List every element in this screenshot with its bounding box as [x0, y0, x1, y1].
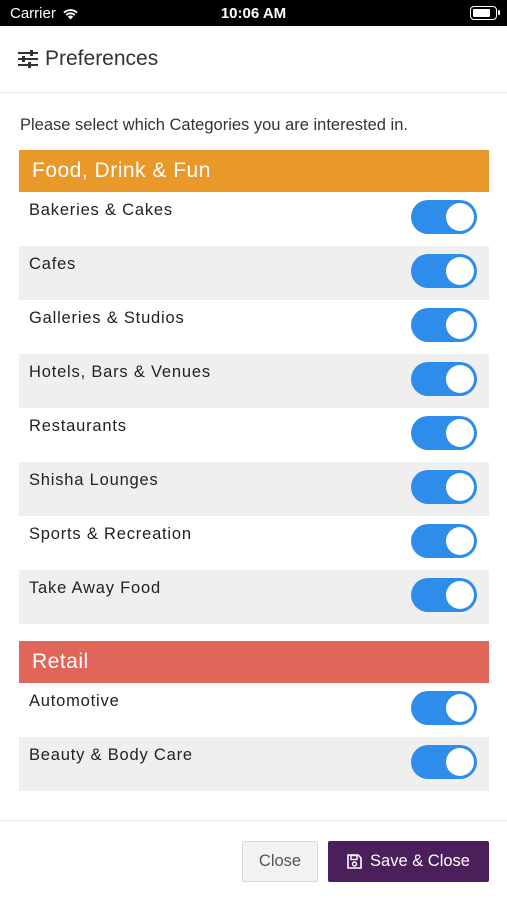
- list-item: Shisha Lounges: [19, 462, 489, 516]
- list-item: Cafes: [19, 246, 489, 300]
- item-label: Take Away Food: [29, 579, 161, 597]
- toggle-switch[interactable]: [411, 254, 477, 288]
- list-item: Restaurants: [19, 408, 489, 462]
- toggle-knob: [446, 203, 474, 231]
- section-food-drink-fun: Food, Drink & Fun Bakeries & Cakes Cafes…: [19, 150, 489, 624]
- toggle-switch[interactable]: [411, 745, 477, 779]
- list-item: Hotels, Bars & Venues: [19, 354, 489, 408]
- toggle-knob: [446, 473, 474, 501]
- intro-text: Please select which Categories you are i…: [20, 116, 408, 134]
- list-item: Automotive: [19, 683, 489, 737]
- toggle-knob: [446, 581, 474, 609]
- item-label: Restaurants: [29, 417, 127, 435]
- toggle-switch[interactable]: [411, 200, 477, 234]
- toggle-switch[interactable]: [411, 470, 477, 504]
- toggle-knob: [446, 419, 474, 447]
- toggle-switch[interactable]: [411, 578, 477, 612]
- section-header: Retail: [19, 641, 489, 683]
- close-button[interactable]: Close: [242, 841, 318, 882]
- section-header: Food, Drink & Fun: [19, 150, 489, 192]
- save-close-button[interactable]: Save & Close: [328, 841, 489, 882]
- item-label: Beauty & Body Care: [29, 746, 193, 764]
- status-bar: Carrier 10:06 AM: [0, 0, 507, 26]
- page-title: Preferences: [45, 47, 159, 70]
- list-item: Bakeries & Cakes: [19, 192, 489, 246]
- list-item: Take Away Food: [19, 570, 489, 624]
- toggle-knob: [446, 748, 474, 776]
- preferences-list[interactable]: Please select which Categories you are i…: [0, 94, 507, 800]
- toggle-switch[interactable]: [411, 362, 477, 396]
- item-label: Shisha Lounges: [29, 471, 159, 489]
- item-label: Hotels, Bars & Venues: [29, 363, 211, 381]
- toggle-switch[interactable]: [411, 691, 477, 725]
- item-label: Sports & Recreation: [29, 525, 192, 543]
- toggle-knob: [446, 527, 474, 555]
- status-time: 10:06 AM: [220, 5, 287, 22]
- list-item: Sports & Recreation: [19, 516, 489, 570]
- battery-level: [473, 9, 490, 17]
- item-label: Galleries & Studios: [29, 309, 185, 327]
- save-close-label: Save & Close: [370, 852, 470, 870]
- floppy-disk-icon: [347, 854, 362, 869]
- footer-bar: Close Save & Close: [0, 820, 507, 900]
- toggle-switch[interactable]: [411, 308, 477, 342]
- page-header: Preferences: [0, 26, 507, 93]
- toggle-switch[interactable]: [411, 416, 477, 450]
- section-retail: Retail Automotive Beauty & Body Care: [19, 641, 489, 791]
- list-item: Galleries & Studios: [19, 300, 489, 354]
- item-label: Automotive: [29, 692, 120, 710]
- battery-icon: [470, 6, 500, 20]
- sliders-icon: [18, 50, 38, 68]
- toggle-knob: [446, 257, 474, 285]
- item-label: Cafes: [29, 255, 77, 273]
- toggle-knob: [446, 365, 474, 393]
- toggle-knob: [446, 694, 474, 722]
- toggle-switch[interactable]: [411, 524, 477, 558]
- list-item: Beauty & Body Care: [19, 737, 489, 791]
- item-label: Bakeries & Cakes: [29, 201, 173, 219]
- toggle-knob: [446, 311, 474, 339]
